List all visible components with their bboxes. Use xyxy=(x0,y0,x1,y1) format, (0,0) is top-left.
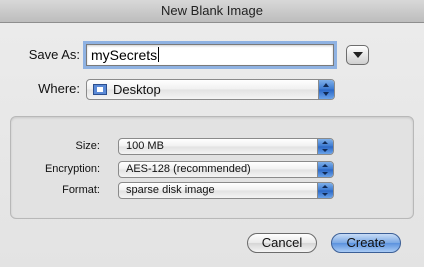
size-label: Size: xyxy=(75,140,100,152)
popup-arrows-icon xyxy=(317,183,333,198)
size-value: 100 MB xyxy=(126,140,164,152)
save-as-value: mySecrets xyxy=(91,47,158,63)
encryption-label: Encryption: xyxy=(44,163,100,175)
disclosure-triangle-icon[interactable] xyxy=(346,45,369,65)
popup-arrows-icon xyxy=(318,80,334,99)
popup-arrows-icon xyxy=(317,162,333,177)
format-label: Format: xyxy=(62,184,100,196)
format-popup[interactable]: sparse disk image xyxy=(118,182,334,199)
encryption-popup[interactable]: AES-128 (recommended) xyxy=(118,161,334,178)
create-button[interactable]: Create xyxy=(331,233,401,253)
save-as-field[interactable]: mySecrets xyxy=(86,44,334,66)
where-label: Where: xyxy=(38,81,80,96)
cancel-button[interactable]: Cancel xyxy=(247,233,317,253)
where-value: Desktop xyxy=(113,82,161,97)
new-blank-image-dialog: New Blank Image Save As: mySecrets Where… xyxy=(0,0,424,267)
popup-arrows-icon xyxy=(317,139,333,154)
size-popup[interactable]: 100 MB xyxy=(118,138,334,155)
format-value: sparse disk image xyxy=(126,184,215,196)
window-title: New Blank Image xyxy=(0,0,424,23)
where-popup[interactable]: Desktop xyxy=(86,79,335,100)
desktop-folder-icon xyxy=(93,84,107,95)
text-caret xyxy=(158,47,160,62)
save-as-label: Save As: xyxy=(28,47,80,62)
encryption-value: AES-128 (recommended) xyxy=(126,163,251,175)
